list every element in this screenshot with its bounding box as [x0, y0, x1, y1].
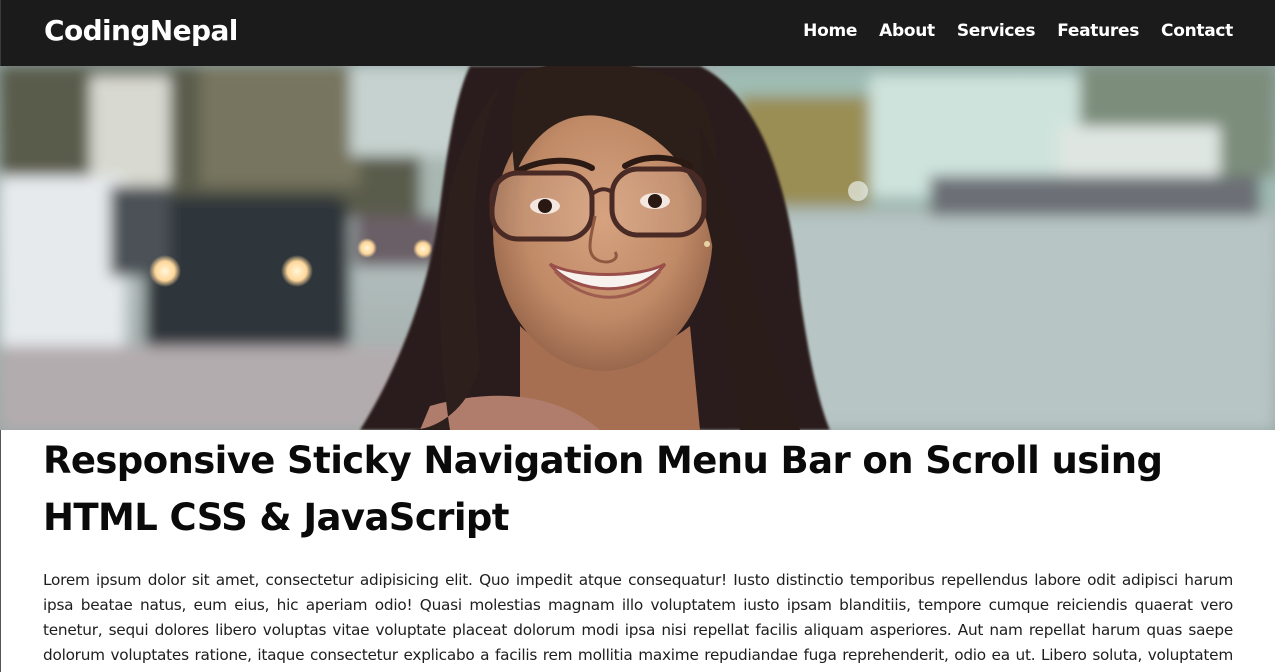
nav-link-about[interactable]: About — [879, 21, 935, 41]
nav-link-services[interactable]: Services — [957, 21, 1036, 41]
nav-link-contact[interactable]: Contact — [1161, 21, 1233, 41]
nav-link-features[interactable]: Features — [1057, 21, 1139, 41]
nav-menu: Home About Services Features Contact — [781, 21, 1233, 41]
left-border — [0, 430, 1, 672]
article-title: Responsive Sticky Navigation Menu Bar on… — [43, 439, 1163, 539]
nav-link-home[interactable]: Home — [803, 21, 857, 41]
page: CodingNepal Home About Services Features… — [0, 0, 1275, 672]
article: Responsive Sticky Navigation Menu Bar on… — [43, 432, 1233, 672]
hero-image — [0, 66, 1275, 430]
navbar: CodingNepal Home About Services Features… — [0, 0, 1275, 66]
site-logo[interactable]: CodingNepal — [44, 14, 238, 47]
article-body: Lorem ipsum dolor sit amet, consectetur … — [43, 571, 1233, 672]
